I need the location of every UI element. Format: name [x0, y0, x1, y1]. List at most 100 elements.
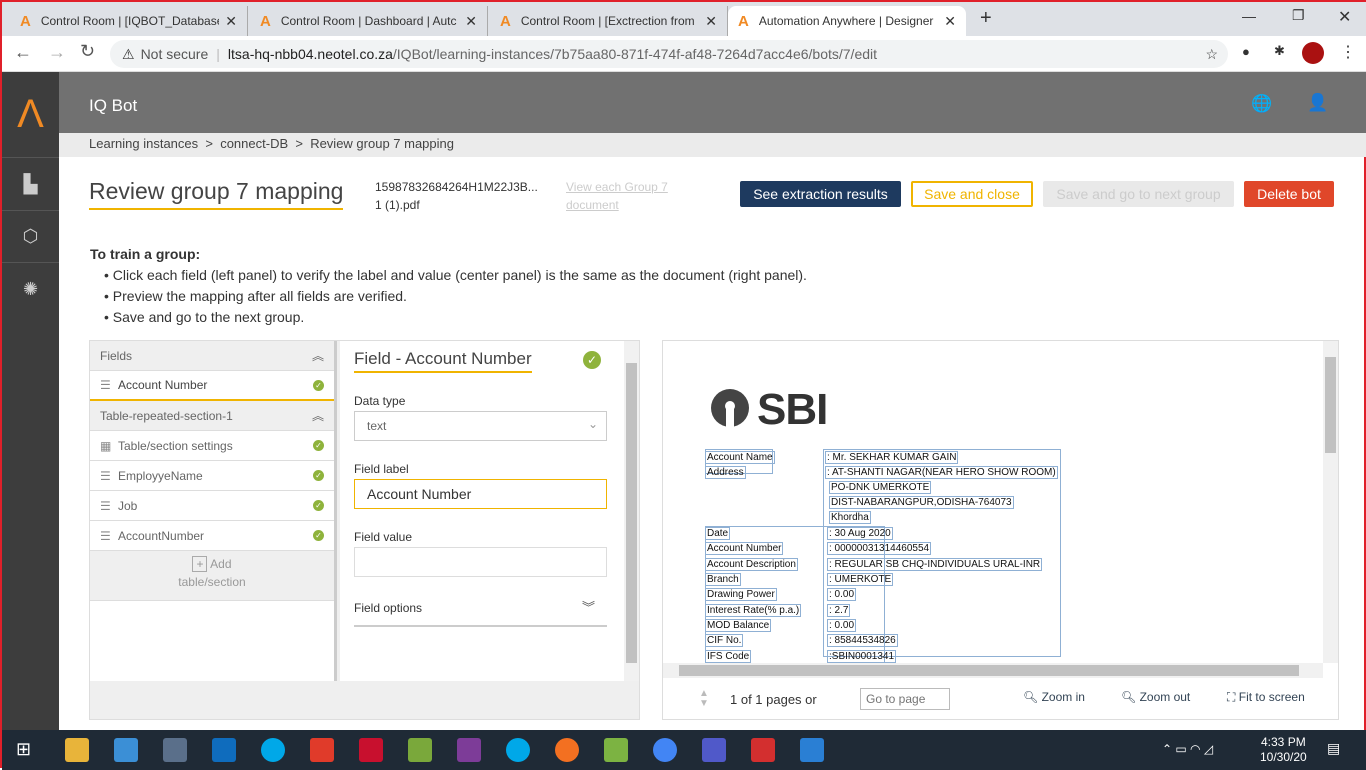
section-item-table-settings[interactable]: ▦ Table/section settings ✓ — [90, 431, 334, 461]
doc-label[interactable]: IFS Code — [705, 650, 752, 663]
breadcrumb-connect-db[interactable]: connect-DB — [220, 136, 288, 151]
close-tab-icon[interactable]: ✕ — [705, 13, 717, 30]
clock[interactable]: 4:33 PM 10/30/20 — [1260, 735, 1307, 765]
doc-value[interactable]: PO-DNK UMERKOTE — [829, 481, 932, 494]
field-item-account-number[interactable]: ☰ Account Number ✓ — [90, 371, 334, 401]
doc-value[interactable]: : 0.00 — [827, 588, 857, 601]
doc-vertical-scrollbar[interactable] — [1323, 341, 1338, 663]
doc-value[interactable]: :SBIN0001341 — [827, 650, 897, 663]
fit-to-screen-button[interactable]: ⛶ Fit to screen — [1227, 690, 1305, 705]
outlook-icon[interactable] — [212, 738, 236, 762]
browser-tab[interactable]: A Control Room | Dashboard | Autc ✕ — [250, 6, 488, 36]
close-window-button[interactable]: ✕ — [1338, 7, 1351, 27]
acrobat-icon[interactable] — [359, 738, 383, 762]
doc-label[interactable]: MOD Balance — [705, 619, 772, 632]
field-value-input[interactable] — [354, 547, 607, 577]
app-icon[interactable] — [408, 738, 432, 762]
browser-tab[interactable]: A Control Room | [IQBOT_Database ✕ — [10, 6, 248, 36]
zoom-in-button[interactable]: 🔍︎ Zoom in — [1023, 690, 1085, 704]
extension-icon[interactable]: ● — [1242, 44, 1250, 59]
doc-label[interactable]: Account Name — [705, 451, 775, 464]
url-input[interactable]: ⚠ Not secure | ltsa-hq-nbb04.neotel.co.z… — [110, 40, 1228, 68]
app-icon[interactable] — [163, 738, 187, 762]
teams-icon[interactable] — [702, 738, 726, 762]
doc-value[interactable]: DIST-NABARANGPUR,ODISHA-764073 — [829, 496, 1014, 509]
skype-business-icon[interactable] — [506, 738, 530, 762]
system-tray-icons[interactable]: ⌃ ▭ ◠ ◿ — [1162, 742, 1213, 756]
field-label-input[interactable]: Account Number — [354, 479, 607, 509]
breadcrumb-learning-instances[interactable]: Learning instances — [89, 136, 198, 151]
doc-value[interactable]: : UMERKOTE — [827, 573, 894, 586]
data-type-select[interactable]: text ⌄ — [354, 411, 607, 441]
close-tab-icon[interactable]: ✕ — [944, 13, 956, 30]
zoom-out-button[interactable]: 🔍︎ Zoom out — [1121, 690, 1190, 704]
bots-icon[interactable]: ✺ — [2, 263, 59, 315]
doc-label[interactable]: Date — [705, 527, 731, 540]
save-and-next-group-button[interactable]: Save and go to next group — [1043, 181, 1234, 207]
doc-label[interactable]: Account Number — [705, 542, 784, 555]
section-item-job[interactable]: ☰ Job ✓ — [90, 491, 334, 521]
app-icon[interactable] — [555, 738, 579, 762]
view-group-documents-link[interactable]: View each Group 7 document — [566, 178, 668, 214]
notifications-icon[interactable]: ▤ — [1327, 740, 1340, 757]
app-icon[interactable] — [604, 738, 628, 762]
new-tab-button[interactable]: + — [980, 7, 992, 30]
app-icon[interactable] — [751, 738, 775, 762]
globe-icon[interactable]: 🌐 — [1251, 94, 1272, 114]
doc-value[interactable]: : 00000031314460554 — [827, 542, 932, 555]
minimize-button[interactable]: — — [1242, 8, 1256, 24]
doc-value[interactable]: : AT-SHANTI NAGAR(NEAR HERO SHOW ROOM) — [825, 466, 1058, 479]
photos-icon[interactable] — [800, 738, 824, 762]
profile-avatar[interactable] — [1302, 42, 1324, 64]
doc-label[interactable]: CIF No. — [705, 634, 744, 647]
browser-tab[interactable]: A Control Room | [Exctrection from ✕ — [490, 6, 728, 36]
doc-value[interactable]: : 0.00 — [827, 619, 857, 632]
doc-label[interactable]: Address — [705, 466, 746, 479]
see-extraction-results-button[interactable]: See extraction results — [740, 181, 901, 207]
collapse-icon[interactable]: ︽ — [312, 407, 324, 424]
editor-scrollbar[interactable] — [624, 341, 639, 681]
collapse-icon[interactable]: ︽ — [312, 347, 324, 364]
windows-start-icon[interactable]: ⊞ — [16, 739, 31, 760]
close-tab-icon[interactable]: ✕ — [225, 13, 237, 30]
bookmark-star-icon[interactable]: ☆ — [1205, 46, 1218, 63]
delete-bot-button[interactable]: Delete bot — [1244, 181, 1334, 207]
section-item-accountnumber[interactable]: ☰ AccountNumber ✓ — [90, 521, 334, 551]
doc-label[interactable]: Drawing Power — [705, 588, 777, 601]
close-tab-icon[interactable]: ✕ — [465, 13, 477, 30]
forward-icon[interactable]: → — [48, 42, 66, 63]
doc-value[interactable]: : 2.7 — [827, 604, 851, 617]
app-icon[interactable] — [457, 738, 481, 762]
menu-icon[interactable]: ⋮ — [1340, 42, 1356, 62]
doc-value[interactable]: : Mr. SEKHAR KUMAR GAIN — [825, 451, 959, 464]
puzzle-icon[interactable]: ✱ — [1274, 43, 1285, 59]
doc-value[interactable]: : 85844534826 — [827, 634, 898, 647]
doc-label[interactable]: Branch — [705, 573, 741, 586]
app-icon[interactable] — [310, 738, 334, 762]
save-and-close-button[interactable]: Save and close — [911, 181, 1033, 207]
back-icon[interactable]: ← — [14, 42, 32, 63]
page-arrows-icon[interactable]: ▲ ▼ — [699, 689, 709, 709]
section-header[interactable]: Table-repeated-section-1 ︽ — [90, 401, 334, 431]
doc-value[interactable]: : REGULAR SB CHQ-INDIVIDUALS URAL-INR — [827, 558, 1043, 571]
iqbot-icon[interactable]: ⬡ — [2, 211, 59, 263]
fields-header: Fields ︽ — [90, 341, 334, 371]
section-item-employyename[interactable]: ☰ EmployyeName ✓ — [90, 461, 334, 491]
reload-icon[interactable]: ↻ — [80, 41, 95, 62]
doc-value[interactable]: Khordha — [829, 511, 871, 524]
doc-horizontal-scrollbar[interactable] — [663, 663, 1323, 678]
add-table-section-button[interactable]: + Add table/section — [90, 551, 334, 601]
dashboard-icon[interactable]: ▙ — [2, 159, 59, 211]
restore-button[interactable]: ❐ — [1292, 7, 1305, 24]
file-explorer-icon[interactable] — [65, 738, 89, 762]
go-to-page-input[interactable] — [860, 688, 950, 710]
expand-options-icon[interactable]: ︾ — [582, 597, 595, 616]
chrome-icon[interactable] — [653, 738, 677, 762]
doc-label[interactable]: Interest Rate(% p.a.) — [705, 604, 802, 617]
doc-label[interactable]: Account Description — [705, 558, 798, 571]
doc-value[interactable]: : 30 Aug 2020 — [827, 527, 893, 540]
browser-tab-active[interactable]: A Automation Anywhere | Designer ✕ — [728, 6, 966, 36]
skype-icon[interactable] — [261, 738, 285, 762]
user-icon[interactable]: 👤 — [1307, 93, 1328, 113]
app-icon[interactable] — [114, 738, 138, 762]
